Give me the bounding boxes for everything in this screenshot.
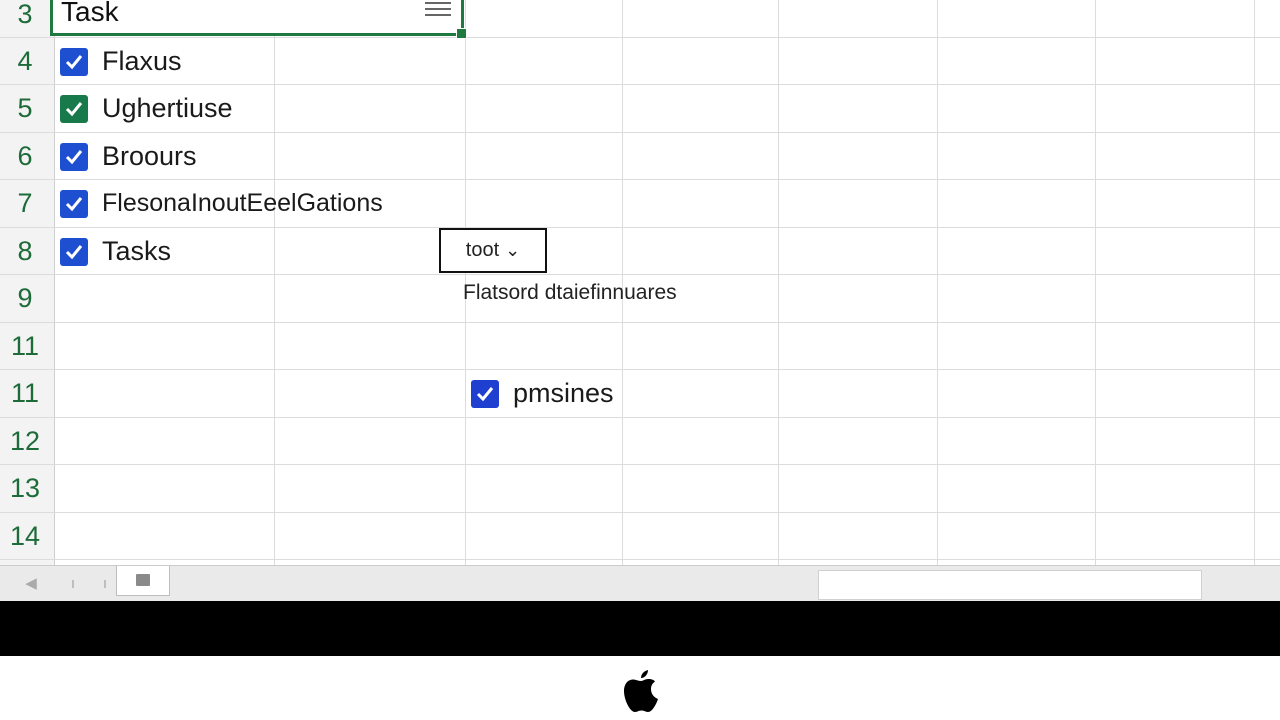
fill-handle[interactable] xyxy=(456,28,467,39)
option-label: pmsines xyxy=(513,378,614,408)
apple-logo-icon xyxy=(624,670,658,712)
row-number[interactable]: 7 xyxy=(0,180,50,227)
sheet-tab[interactable] xyxy=(116,566,170,596)
row-number[interactable]: 9 xyxy=(0,275,50,322)
horizontal-scrollbar[interactable] xyxy=(818,570,1202,600)
device-bezel xyxy=(0,601,1280,656)
task-row[interactable]: Tasks xyxy=(60,228,171,275)
row-number[interactable]: 8 xyxy=(0,228,50,275)
check-icon xyxy=(65,196,83,211)
tab-scroll-button[interactable]: ı xyxy=(94,572,116,596)
sheet-icon xyxy=(136,574,150,586)
gridline xyxy=(937,0,938,565)
gridline xyxy=(0,274,1280,275)
column-header-label: Task xyxy=(61,0,119,27)
checkbox[interactable] xyxy=(471,379,499,408)
task-row[interactable]: Ughertiuse xyxy=(60,85,233,132)
triangle-left-icon[interactable]: ◀ xyxy=(20,572,42,596)
checkbox[interactable] xyxy=(60,237,88,266)
checkbox[interactable] xyxy=(60,142,88,171)
task-row[interactable]: Flaxus xyxy=(60,38,182,85)
selected-cell-task-header[interactable]: Task xyxy=(50,0,467,39)
cell-note-text: Flatsord dtaiefinnuares xyxy=(463,281,677,304)
gridline xyxy=(0,37,1280,38)
spreadsheet-grid[interactable]: 3 4 5 6 7 8 9 11 11 12 13 14 Task Flaxus… xyxy=(0,0,1280,565)
checkbox[interactable] xyxy=(60,47,88,76)
task-label: Flaxus xyxy=(102,46,182,76)
gridline xyxy=(1095,0,1096,565)
task-row[interactable]: Broours xyxy=(60,133,197,180)
chevron-down-icon: ⌄ xyxy=(505,240,521,260)
check-icon xyxy=(65,101,83,116)
dropdown-select[interactable]: toot ⌄ xyxy=(439,228,547,273)
gridline xyxy=(778,0,779,565)
dropdown-value: toot xyxy=(465,239,500,261)
gridline xyxy=(0,417,1280,418)
row-number[interactable]: 5 xyxy=(0,85,50,132)
row-number[interactable]: 6 xyxy=(0,133,50,180)
sheet-tab-bar: ◀ ı ı xyxy=(0,565,1280,602)
checkbox[interactable] xyxy=(60,94,88,123)
check-icon xyxy=(476,386,494,401)
filter-lines-icon[interactable] xyxy=(425,0,451,20)
row-number[interactable]: 14 xyxy=(0,513,50,560)
task-label: FlesonaInoutEeelGations xyxy=(102,189,383,217)
row-number[interactable]: 4 xyxy=(0,38,50,85)
row-number[interactable]: 12 xyxy=(0,418,50,465)
option-row[interactable]: pmsines xyxy=(471,370,614,417)
check-icon xyxy=(65,244,83,259)
check-icon xyxy=(65,149,83,164)
gridline xyxy=(0,227,1280,228)
row-number[interactable]: 13 xyxy=(0,465,50,512)
row-number[interactable]: 11 xyxy=(0,323,50,370)
gridline xyxy=(0,322,1280,323)
gridline xyxy=(274,0,275,565)
screen: 3 4 5 6 7 8 9 11 11 12 13 14 Task Flaxus… xyxy=(0,0,1280,720)
gridline xyxy=(0,559,1280,560)
gridline xyxy=(0,464,1280,465)
row-number[interactable]: 11 xyxy=(0,370,50,417)
gridline xyxy=(0,369,1280,370)
gridline xyxy=(0,512,1280,513)
row-number[interactable]: 3 xyxy=(0,0,50,38)
gridline xyxy=(1254,0,1255,565)
tab-scroll-button[interactable]: ı xyxy=(62,572,84,596)
task-row[interactable]: FlesonaInoutEeelGations xyxy=(60,180,383,227)
task-label: Tasks xyxy=(102,236,172,266)
task-label: Broours xyxy=(102,141,197,171)
checkbox[interactable] xyxy=(60,189,88,218)
task-label: Ughertiuse xyxy=(102,93,233,123)
check-icon xyxy=(65,54,83,69)
